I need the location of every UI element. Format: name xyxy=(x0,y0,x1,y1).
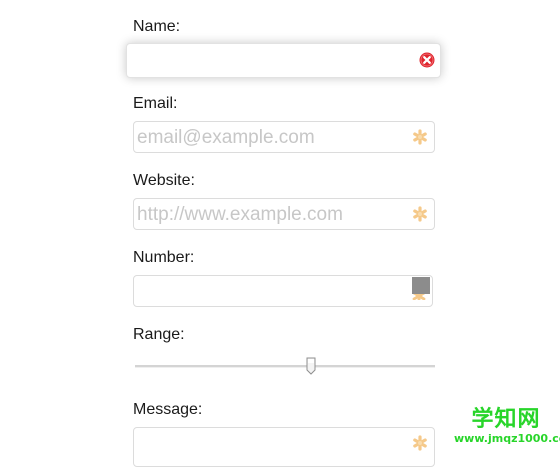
watermark-title: 学知网 xyxy=(471,407,541,432)
watermark: 学知网 www.jmqz1000.com xyxy=(454,407,560,446)
website-input-placeholder: http://www.example.com xyxy=(137,204,343,225)
error-x-icon xyxy=(419,52,435,68)
range-label: Range: xyxy=(133,326,185,343)
email-label: Email: xyxy=(133,95,178,112)
email-input[interactable]: email@example.com xyxy=(133,121,435,153)
message-textarea[interactable] xyxy=(133,427,435,467)
asterisk-icon xyxy=(413,206,427,222)
range-slider-thumb[interactable] xyxy=(306,357,316,375)
message-label: Message: xyxy=(133,401,203,418)
asterisk-icon xyxy=(413,435,427,451)
name-input[interactable] xyxy=(126,43,441,78)
website-label: Website: xyxy=(133,172,195,189)
range-slider-track[interactable] xyxy=(135,365,435,368)
number-input[interactable] xyxy=(133,275,433,307)
number-label: Number: xyxy=(133,249,195,266)
watermark-url: www.jmqz1000.com xyxy=(454,432,560,445)
name-label: Name: xyxy=(133,18,181,35)
email-input-placeholder: email@example.com xyxy=(137,127,315,148)
website-input[interactable]: http://www.example.com xyxy=(133,198,435,230)
number-spinner[interactable] xyxy=(412,277,430,294)
asterisk-icon xyxy=(413,129,427,145)
